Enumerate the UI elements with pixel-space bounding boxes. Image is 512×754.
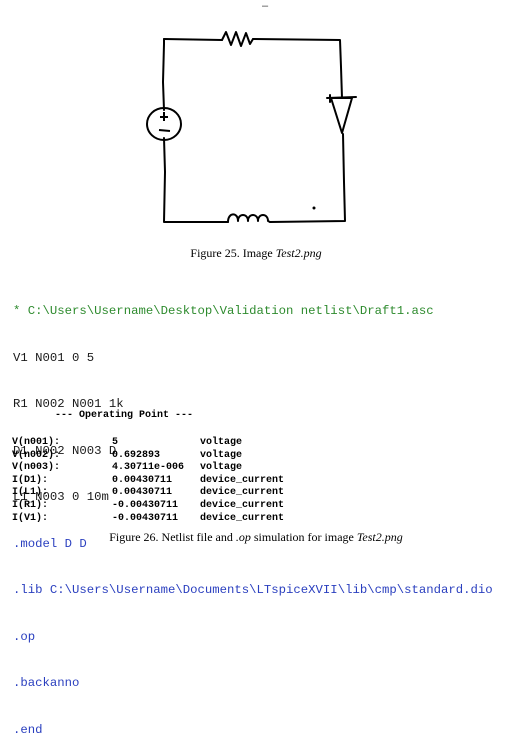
top-mark: –	[262, 0, 269, 12]
figure-26-caption: Figure 26. Netlist file and .op simulati…	[0, 530, 512, 545]
op-value: 4.30711e-006	[112, 462, 185, 474]
top-wire-right	[252, 38, 343, 99]
figure-25-caption: Figure 25. Image Test2.png	[0, 246, 512, 261]
figure-26-op: .op	[235, 530, 251, 544]
top-wire-left	[162, 38, 165, 111]
op-value: 5	[112, 437, 119, 448]
op-name: V(n003):	[12, 462, 61, 474]
operating-point-title: --- Operating Point ---	[55, 410, 194, 421]
resistor-symbol	[221, 31, 254, 47]
op-value: 0.00430711	[112, 474, 173, 486]
op-unit: device_current	[200, 474, 285, 486]
top-wire	[163, 38, 223, 41]
hand-drawn-circuit	[146, 31, 357, 223]
netlist-line: .op	[13, 629, 36, 644]
op-unit: voltage	[200, 462, 243, 474]
table-row: V(n003): 4.30711e-006 voltage	[12, 462, 284, 475]
netlist-line: V1 N001 0 5	[13, 350, 95, 365]
figure-26-filename: Test2.png	[356, 530, 403, 544]
op-name: V(n001):	[12, 437, 61, 448]
op-value: 0.692893	[112, 449, 161, 461]
inductor-symbol	[227, 213, 271, 223]
plus-sign	[160, 112, 168, 121]
op-unit: device_current	[200, 487, 285, 499]
netlist-line: .end	[13, 722, 43, 737]
op-unit: voltage	[200, 449, 243, 461]
op-name: I(L1):	[12, 487, 49, 499]
figure-26-prefix: Figure 26. Netlist file and	[109, 530, 236, 544]
netlist-line: * C:\Users\Username\Desktop\Validation n…	[13, 304, 434, 318]
table-row: I(D1): 0.00430711 device_current	[12, 475, 284, 488]
table-row: I(R1): -0.00430711 device_current	[12, 500, 284, 513]
operating-point-table: V(n001): 5 voltage V(n002): 0.692893 vol…	[12, 437, 284, 525]
left-wire-bottom	[163, 137, 229, 223]
op-name: I(V1):	[12, 512, 49, 524]
op-value: -0.00430711	[112, 512, 179, 524]
op-unit: device_current	[200, 512, 285, 524]
op-value: -0.00430711	[112, 499, 179, 511]
figure-25-filename: Test2.png	[275, 246, 322, 260]
op-name: I(R1):	[12, 499, 49, 511]
stray-dot	[312, 206, 316, 210]
table-row: V(n001): 5 voltage	[12, 437, 284, 450]
netlist-line: .lib C:\Users\Username\Documents\LTspice…	[13, 583, 493, 597]
voltage-source	[146, 107, 182, 141]
bottom-wire-right	[269, 133, 346, 223]
diode-bar	[326, 96, 357, 99]
figure-25-prefix: Figure 25. Image	[190, 246, 276, 260]
diode-triangle	[330, 97, 353, 134]
op-name: V(n002):	[12, 449, 61, 461]
op-unit: voltage	[200, 437, 243, 448]
netlist-line: .backanno	[13, 676, 80, 690]
op-unit: device_current	[200, 499, 285, 511]
minus-sign	[158, 129, 171, 132]
table-row: V(n002): 0.692893 voltage	[12, 450, 284, 463]
op-value: 0.00430711	[112, 487, 173, 499]
table-row: I(L1): 0.00430711 device_current	[12, 487, 284, 500]
figure-26-middle: simulation for image	[250, 530, 357, 544]
op-name: I(D1):	[12, 474, 49, 486]
table-row: I(V1): -0.00430711 device_current	[12, 513, 284, 526]
